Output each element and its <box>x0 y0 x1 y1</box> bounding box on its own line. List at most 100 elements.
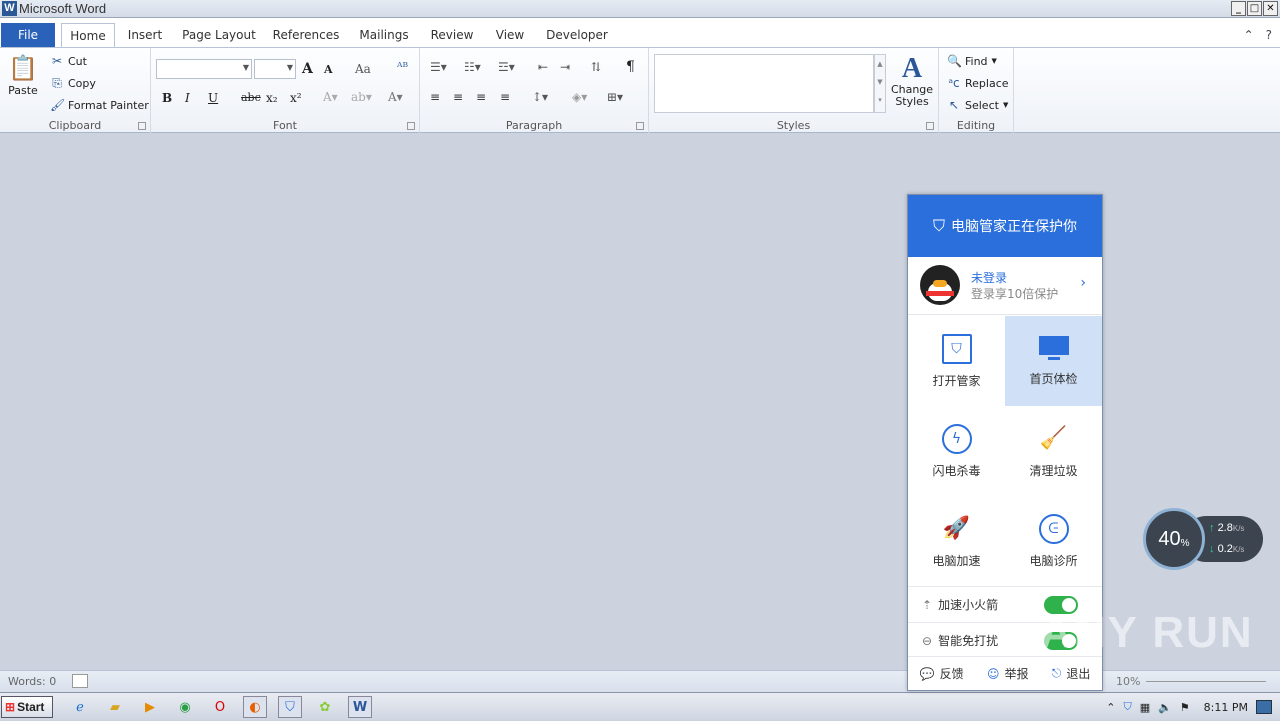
show-marks-button[interactable]: ¶ <box>626 59 635 75</box>
clean-junk-button[interactable]: 🧹 清理垃圾 <box>1005 406 1102 496</box>
font-name-combo[interactable]: ▼ <box>156 59 252 79</box>
find-button[interactable]: 🔍 Find ▼ <box>947 54 997 68</box>
align-left-icon[interactable]: ≡ <box>430 90 440 104</box>
italic-button[interactable]: I <box>185 91 190 105</box>
bullets-icon[interactable]: ☰▾ <box>430 60 447 74</box>
close-button[interactable]: ✕ <box>1263 1 1278 16</box>
paste-button[interactable]: 📋 Paste <box>8 54 38 97</box>
firefox-icon[interactable]: ◐ <box>243 696 267 718</box>
format-painter-button[interactable]: 🖌 Format Painter <box>50 98 149 112</box>
rocket-toggle-label: 加速小火箭 <box>938 598 999 612</box>
login-status: 未登录 <box>971 271 1008 285</box>
tab-mailings[interactable]: Mailings <box>356 23 412 47</box>
login-row[interactable]: 未登录 登录享10倍保护 › <box>908 257 1102 315</box>
tab-home[interactable]: Home <box>61 23 115 48</box>
cut-button[interactable]: ✂ Cut <box>50 54 87 68</box>
change-styles-button[interactable]: A Change Styles <box>889 54 935 108</box>
clock[interactable]: 8:11 PM <box>1204 701 1248 714</box>
exit-button[interactable]: ⎋ 退出 <box>1052 665 1091 682</box>
tab-view[interactable]: View <box>492 23 528 47</box>
chrome-icon[interactable]: ◉ <box>173 696 197 718</box>
tab-page-layout[interactable]: Page Layout <box>182 23 256 47</box>
word-taskbar-icon[interactable]: W <box>348 696 372 718</box>
align-center-icon[interactable]: ≡ <box>453 90 463 104</box>
replace-button[interactable]: ᵃc Replace <box>947 76 1009 90</box>
increase-indent-icon[interactable]: ⇥ <box>560 60 570 74</box>
colorful-app-icon[interactable]: ✿ <box>313 696 337 718</box>
help-icon[interactable]: ? <box>1266 28 1272 42</box>
explorer-icon[interactable]: ▰ <box>103 696 127 718</box>
clinic-button[interactable]: ᕮ 电脑诊所 <box>1005 496 1102 586</box>
clear-formatting-icon[interactable]: ᴬᴮ <box>397 60 408 74</box>
word-app-icon[interactable]: W <box>2 1 17 16</box>
tab-references[interactable]: References <box>272 23 340 47</box>
maximize-button[interactable]: □ <box>1247 1 1262 16</box>
tab-file[interactable]: File <box>1 23 55 47</box>
paragraph-group-label: Paragraph <box>505 119 563 132</box>
tab-review[interactable]: Review <box>428 23 476 47</box>
report-button[interactable]: ☺ 举报 <box>987 665 1029 682</box>
pc-manager-taskbar-icon[interactable]: ⛉ <box>278 696 302 718</box>
quick-scan-button[interactable]: ϟ 闪电杀毒 <box>908 406 1005 496</box>
bold-button[interactable]: B <box>162 91 172 105</box>
speedup-button[interactable]: 🚀 电脑加速 <box>908 496 1005 586</box>
shrink-font-button[interactable]: A <box>324 63 333 76</box>
do-not-disturb-icon: ⊖ <box>922 633 933 648</box>
align-right-icon[interactable]: ≡ <box>476 90 486 104</box>
opera-icon[interactable]: O <box>208 696 232 718</box>
multilevel-list-icon[interactable]: ☲▾ <box>498 60 515 74</box>
line-spacing-icon[interactable]: ↕▾ <box>532 90 548 104</box>
styles-gallery[interactable] <box>654 54 874 113</box>
scissors-icon: ✂ <box>51 54 63 68</box>
feedback-button[interactable]: 💬 反馈 <box>920 665 964 682</box>
justify-icon[interactable]: ≡ <box>500 90 510 104</box>
media-player-icon[interactable]: ▶ <box>138 696 162 718</box>
font-size-combo[interactable]: ▼ <box>254 59 296 79</box>
select-label: Select <box>965 98 999 112</box>
strikethrough-button[interactable]: abc <box>241 91 261 104</box>
highlight-icon[interactable]: ab▾ <box>351 90 372 104</box>
start-label: Start <box>17 700 45 714</box>
minimize-button[interactable]: _ <box>1231 1 1246 16</box>
flag-icon[interactable]: ⚑ <box>1180 701 1190 714</box>
decrease-indent-icon[interactable]: ⇤ <box>538 60 548 74</box>
underline-button[interactable]: U <box>208 91 218 105</box>
speed-widget[interactable]: 40% ↑ 2.8K/s ↓ 0.2K/s <box>1143 508 1263 570</box>
paragraph-group: ☰▾ ☷▾ ☲▾ ⇤ ⇥ ⇅ ¶ ≡ ≡ ≡ ≡ ↕▾ ◈▾ ⊞▾ Paragr… <box>420 48 649 133</box>
tray-expand-icon[interactable]: ⌃ <box>1106 701 1115 714</box>
paragraph-launcher[interactable] <box>636 122 644 130</box>
font-launcher[interactable] <box>407 122 415 130</box>
zoom-level[interactable]: 10% <box>1116 675 1140 688</box>
superscript-button[interactable]: x² <box>290 91 302 105</box>
grow-font-button[interactable]: A <box>302 61 313 77</box>
minimize-ribbon-icon[interactable]: ⌃ <box>1244 28 1254 42</box>
styles-launcher[interactable] <box>926 122 934 130</box>
select-button[interactable]: ↖ Select ▼ <box>947 98 1008 112</box>
pc-manager-tray-icon[interactable]: ⛉ <box>1123 700 1131 714</box>
tab-insert[interactable]: Insert <box>124 23 166 47</box>
change-case-button[interactable]: Aa <box>355 62 371 76</box>
text-effects-icon[interactable]: A▾ <box>323 90 338 104</box>
zoom-slider[interactable] <box>1146 681 1266 682</box>
network-icon[interactable]: ▦ <box>1140 701 1150 714</box>
borders-icon[interactable]: ⊞▾ <box>607 90 623 104</box>
subscript-button[interactable]: x₂ <box>266 91 278 105</box>
replace-icon: ᵃc <box>948 76 960 90</box>
ie-icon[interactable]: ℯ <box>68 696 92 718</box>
word-count[interactable]: Words: 0 <box>8 675 56 688</box>
tab-developer[interactable]: Developer <box>545 23 609 47</box>
sort-icon[interactable]: ⇅ <box>591 60 601 74</box>
font-color-icon[interactable]: A▾ <box>388 90 403 104</box>
start-button[interactable]: ⊞ Start <box>1 696 53 718</box>
proofing-icon[interactable] <box>72 674 88 688</box>
copy-button[interactable]: ⎘ Copy <box>50 76 96 91</box>
styles-gallery-scroll[interactable]: ▲ ▼ ▾ <box>874 54 886 113</box>
show-desktop-icon[interactable] <box>1256 700 1272 714</box>
shading-icon[interactable]: ◈▾ <box>572 90 587 104</box>
open-manager-button[interactable]: ⛉ 打开管家 <box>908 316 1005 406</box>
volume-icon[interactable]: 🔈 <box>1158 701 1172 714</box>
numbering-icon[interactable]: ☷▾ <box>464 60 481 74</box>
clipboard-launcher[interactable] <box>138 122 146 130</box>
checkup-button[interactable]: 首页体检 <box>1005 316 1102 406</box>
replace-label: Replace <box>965 76 1009 90</box>
